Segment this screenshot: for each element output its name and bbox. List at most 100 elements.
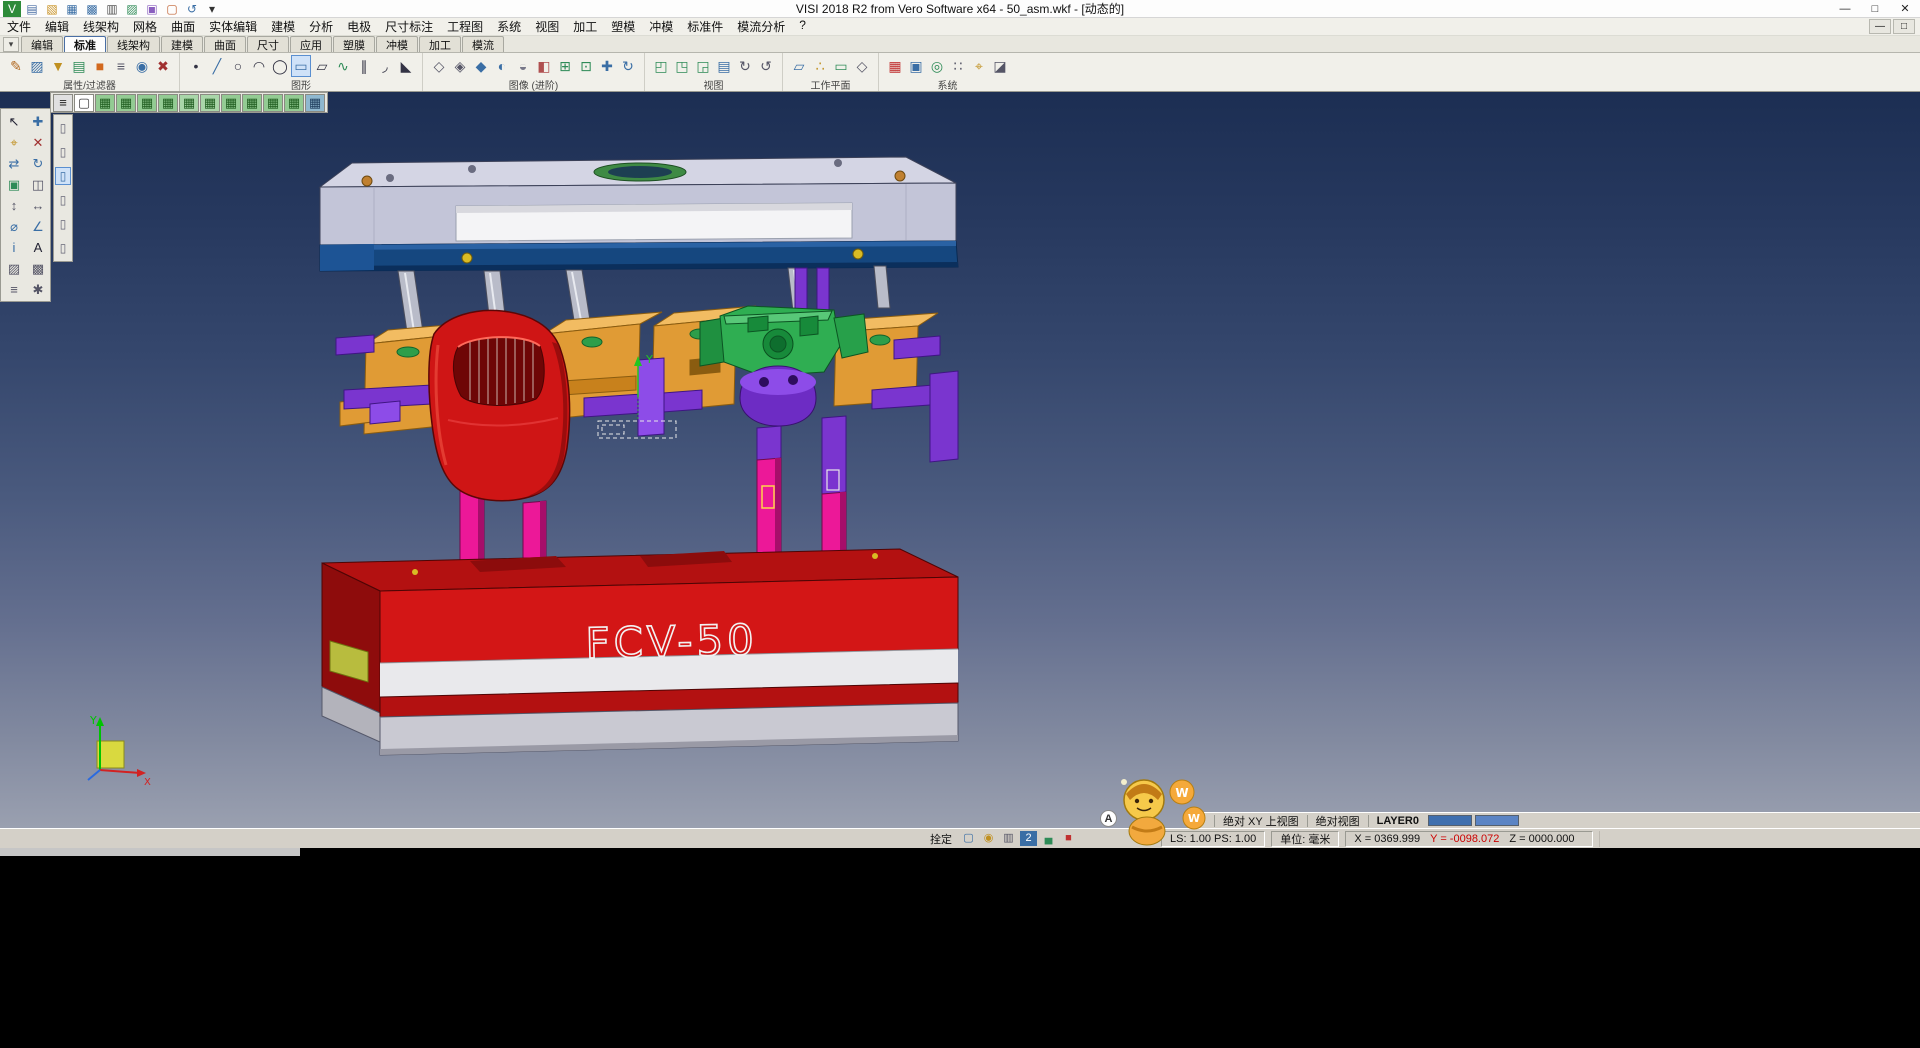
clipboard-slot-5-icon[interactable]: ▯ [55, 215, 71, 233]
clipboard-slot-1-icon[interactable]: ▯ [55, 119, 71, 137]
tab-die[interactable]: 冲模 [376, 36, 418, 52]
draw-polygon-icon[interactable]: ▱ [312, 55, 332, 77]
close-button[interactable]: ✕ [1890, 0, 1920, 17]
menu-item-dimension[interactable]: 尺寸标注 [378, 17, 440, 36]
clipboard-slot-6-icon[interactable]: ▯ [55, 239, 71, 257]
select-icon[interactable]: ↖ [3, 111, 25, 131]
view-top-icon[interactable]: ◰ [651, 55, 671, 77]
tab-standard[interactable]: 标准 [64, 36, 106, 52]
active-layer-label[interactable]: LAYER0 [1374, 815, 1422, 827]
color-filter-icon[interactable]: ■ [90, 55, 110, 77]
match-properties-icon[interactable]: ▨ [27, 55, 47, 77]
render-wireframe-icon[interactable]: ◇ [429, 55, 449, 77]
entity-filter-icon[interactable]: ▼ [48, 55, 68, 77]
linetype-filter-icon[interactable]: ≡ [111, 55, 131, 77]
cube-view-left-icon[interactable]: ▦ [263, 94, 283, 112]
snap-settings-icon[interactable]: ⌖ [969, 55, 989, 77]
menu-item-die[interactable]: 冲模 [642, 17, 680, 36]
tab-machining[interactable]: 加工 [419, 36, 461, 52]
save-icon[interactable]: ▦ [63, 1, 81, 17]
snap-icon[interactable]: ⌖ [3, 132, 25, 152]
menu-item-mold[interactable]: 塑模 [604, 17, 642, 36]
draw-line-icon[interactable]: ╱ [207, 55, 227, 77]
draw-offset-icon[interactable]: ∥ [354, 55, 374, 77]
mirror-icon[interactable]: ◫ [27, 174, 49, 194]
tab-surface[interactable]: 曲面 [204, 36, 246, 52]
selection-mode-icon[interactable]: ✚ [27, 111, 49, 131]
layer-color-swatch-2[interactable] [1475, 815, 1519, 826]
cube-view-top-icon[interactable]: ▦ [179, 94, 199, 112]
menu-item-view[interactable]: 视图 [528, 17, 566, 36]
mold-base[interactable]: FCV-50 [322, 549, 958, 755]
status-display-icon[interactable]: ▢ [960, 831, 977, 846]
quick-access-dropdown-icon[interactable]: ▾ [203, 1, 221, 17]
cube-view-iso-sw-icon[interactable]: ▦ [116, 94, 136, 112]
menu-item-moldflow[interactable]: 模流分析 [730, 17, 792, 36]
move-icon[interactable]: ⇄ [3, 153, 25, 173]
attribute-paint-icon[interactable]: ✎ [6, 55, 26, 77]
maximize-button[interactable]: □ [1860, 0, 1890, 17]
status-print-icon[interactable]: ▥ [1000, 831, 1017, 846]
measure-icon[interactable]: ⌀ [3, 216, 25, 236]
menu-item-drafting[interactable]: 工程图 [440, 17, 490, 36]
status-capture-icon[interactable]: ◉ [980, 831, 997, 846]
erase-icon[interactable]: ✕ [27, 132, 49, 152]
cube-view-back-icon[interactable]: ▦ [242, 94, 262, 112]
mascot[interactable]: W W [1112, 770, 1212, 850]
draw-circle-icon[interactable]: ○ [228, 55, 248, 77]
zoom-fit-icon[interactable]: ⊡ [576, 55, 596, 77]
menu-item-solid-edit[interactable]: 实体编辑 [202, 17, 264, 36]
clipboard-slot-3-icon[interactable]: ▯ [55, 167, 71, 185]
draw-point-icon[interactable]: • [186, 55, 206, 77]
mdi-restore-button[interactable]: □ [1893, 19, 1915, 34]
open-file-icon[interactable]: ▧ [43, 1, 61, 17]
view-orientation-label[interactable]: 绝对 XY 上视图 [1220, 813, 1302, 829]
render-options-icon[interactable]: ◪ [990, 55, 1010, 77]
draw-fillet-icon[interactable]: ◞ [375, 55, 395, 77]
angle-icon[interactable]: ∠ [27, 216, 49, 236]
undo-icon[interactable]: ↺ [183, 1, 201, 17]
settings-icon[interactable]: ✱ [27, 279, 49, 299]
workplane-entity-icon[interactable]: ▭ [831, 55, 851, 77]
cube-view-right-icon[interactable]: ▦ [284, 94, 304, 112]
menu-item-mesh[interactable]: 网格 [126, 17, 164, 36]
plot-icon[interactable]: ▨ [123, 1, 141, 17]
stretch-icon[interactable]: ↔ [27, 195, 49, 215]
print-icon[interactable]: ▥ [103, 1, 121, 17]
graphics-viewport[interactable]: FCV-50 Y Y X ≡▢▦▦▦▦▦▦▦▦▦▦▦ [0, 92, 1920, 828]
render-hidden-line-icon[interactable]: ◈ [450, 55, 470, 77]
tab-dropdown-icon[interactable]: ▾ [3, 37, 19, 52]
mdi-minimize-button[interactable]: — [1869, 19, 1891, 34]
top-clamp-plate[interactable] [320, 157, 956, 245]
group-icon[interactable]: ▩ [27, 258, 49, 278]
cube-view-iso-se-icon[interactable]: ▦ [95, 94, 115, 112]
layer-color-swatch-1[interactable] [1428, 815, 1472, 826]
view-previous-icon[interactable]: ↺ [756, 55, 776, 77]
dynamic-section-icon[interactable]: ◧ [534, 55, 554, 77]
menu-item-surface[interactable]: 曲面 [164, 17, 202, 36]
hatch-icon[interactable]: ▨ [3, 258, 25, 278]
purge-filter-icon[interactable]: ✖ [153, 55, 173, 77]
menu-item-machining[interactable]: 加工 [566, 17, 604, 36]
grid-settings-icon[interactable]: ∷ [948, 55, 968, 77]
system-colors-icon[interactable]: ▦ [885, 55, 905, 77]
cube-view-iso-ne-icon[interactable]: ▦ [137, 94, 157, 112]
visi-logo-icon[interactable]: V [3, 1, 21, 17]
tab-application[interactable]: 应用 [290, 36, 332, 52]
display-settings-icon[interactable]: ▣ [906, 55, 926, 77]
tab-modeling[interactable]: 建模 [161, 36, 203, 52]
rotate-view-icon[interactable]: ↻ [618, 55, 638, 77]
cavity-plate-blue[interactable] [320, 241, 958, 271]
new-document-icon[interactable]: ▤ [23, 1, 41, 17]
text-icon[interactable]: A [27, 237, 49, 257]
menu-item-modeling[interactable]: 建模 [264, 17, 302, 36]
clipboard-slot-4-icon[interactable]: ▯ [55, 191, 71, 209]
draw-arc-icon[interactable]: ◠ [249, 55, 269, 77]
draw-rectangle-icon[interactable]: ▭ [291, 55, 311, 77]
workplane-standard-icon[interactable]: ▱ [789, 55, 809, 77]
purple-dome[interactable] [740, 366, 816, 426]
import-icon[interactable]: ▣ [143, 1, 161, 17]
workplane-3point-icon[interactable]: ∴ [810, 55, 830, 77]
visibility-filter-icon[interactable]: ◉ [132, 55, 152, 77]
pan-view-icon[interactable]: ✚ [597, 55, 617, 77]
